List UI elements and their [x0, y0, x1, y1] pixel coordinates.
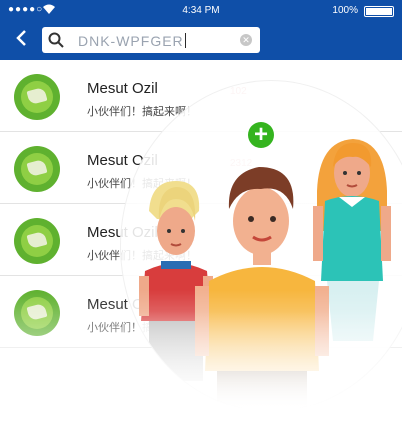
status-bar: ●●●●○ 4:34 PM 100% — [0, 0, 402, 20]
battery-percent: 100% — [332, 5, 358, 16]
contact-name: Mesut Ozil — [87, 80, 158, 97]
avatar — [14, 290, 60, 336]
clear-icon[interactable]: ✕ — [240, 34, 252, 46]
battery-icon — [364, 6, 394, 17]
avatar — [14, 74, 60, 120]
search-input[interactable]: DNK-WPFGER ✕ — [42, 27, 260, 53]
chevron-left-icon — [16, 30, 26, 46]
search-value: DNK-WPFGER — [78, 33, 186, 49]
add-icon[interactable]: + — [248, 122, 274, 148]
header-bar: ●●●●○ 4:34 PM 100% DNK-WPFGER ✕ — [0, 0, 402, 60]
back-button[interactable] — [10, 27, 32, 53]
avatar — [14, 218, 60, 264]
search-icon — [48, 32, 64, 53]
phone-screen: ●●●●○ 4:34 PM 100% DNK-WPFGER ✕ Mesut Oz… — [0, 0, 402, 439]
avatar — [14, 146, 60, 192]
